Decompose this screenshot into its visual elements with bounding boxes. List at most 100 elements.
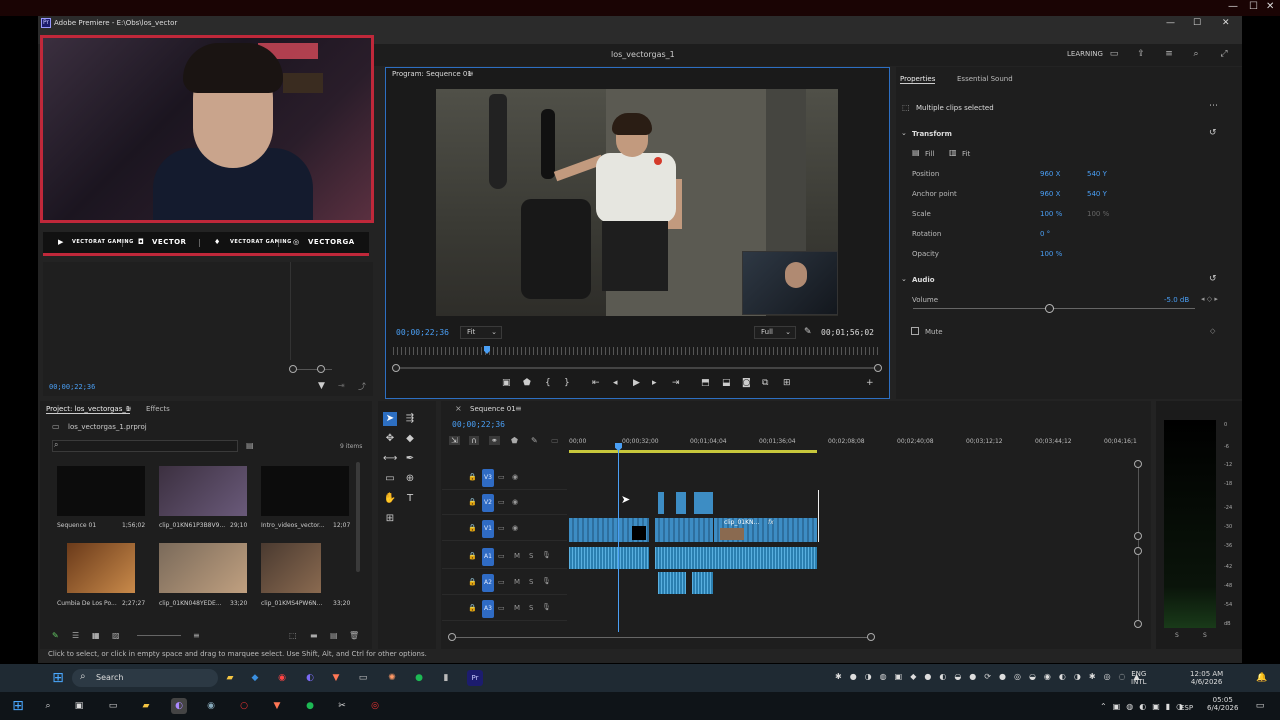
a2-clip[interactable]	[692, 572, 713, 594]
spotify-icon[interactable]: ●	[411, 670, 427, 686]
hscroll-handle-left[interactable]	[448, 633, 456, 641]
automate-icon[interactable]: ⬚	[289, 631, 297, 640]
search-icon[interactable]: ⌕	[1190, 49, 1202, 61]
host-notifications-icon[interactable]: ▭	[1252, 698, 1268, 714]
lang-indicator[interactable]: ENG INTL	[1131, 670, 1146, 686]
razor-tool-icon[interactable]: ◆	[403, 432, 417, 446]
new-folder-icon[interactable]: ▬	[310, 631, 318, 640]
a1-clip[interactable]	[569, 547, 649, 569]
timeline-title[interactable]: Sequence 01	[470, 405, 516, 413]
program-zoom-handle-left[interactable]	[392, 364, 400, 372]
track-select-icon[interactable]: ⇶	[403, 412, 417, 426]
tab-effects[interactable]: Effects	[146, 405, 170, 413]
play-icon[interactable]: ▶	[633, 378, 640, 388]
fullscreen-icon[interactable]: ⤢	[1218, 49, 1230, 61]
sync-icon[interactable]: ▭	[498, 578, 505, 586]
solo-icon[interactable]: S	[529, 552, 533, 560]
outer-close-button[interactable]: ✕	[1266, 1, 1274, 12]
thumb-size-slider[interactable]	[137, 635, 181, 636]
hand-zoom-icon[interactable]: ⊕	[403, 472, 417, 486]
slip-tool-icon[interactable]: ⟷	[383, 452, 397, 466]
mark-out-icon[interactable]: }	[564, 378, 570, 388]
voiceover-mic-icon[interactable]: 🎙	[542, 551, 551, 559]
vscode-icon[interactable]: ◆	[247, 670, 263, 686]
timeline-timecode[interactable]: 00;00;22;36	[452, 420, 505, 429]
rotation-field[interactable]: 0 °	[1040, 230, 1050, 238]
rectangle-tool-icon[interactable]: ▭	[383, 472, 397, 486]
scale-field[interactable]: 100 %	[1040, 210, 1062, 218]
thumb-sequence[interactable]	[57, 466, 145, 516]
add-marker-tl-icon[interactable]: ⬟	[511, 436, 518, 445]
filter-icon[interactable]: ▼	[318, 381, 325, 391]
mute-icon[interactable]: M	[514, 578, 520, 586]
v2-clip[interactable]	[658, 492, 664, 514]
terminal-icon[interactable]: ▭	[355, 670, 371, 686]
program-menu-icon[interactable]: ≡	[467, 69, 474, 78]
vr-icon[interactable]: ⊞	[783, 378, 791, 388]
solo-right[interactable]: S	[1203, 632, 1207, 639]
lock-icon[interactable]: 🔒	[468, 524, 477, 532]
hand-tool-icon[interactable]: ✋	[383, 492, 397, 506]
host-capcut-icon[interactable]: ✂	[334, 698, 350, 714]
sync-icon[interactable]: ▭	[498, 498, 505, 506]
fit-dropdown[interactable]: Fit ⌄	[460, 326, 502, 339]
a2-clip[interactable]	[658, 572, 686, 594]
type-tool-icon[interactable]: T	[403, 492, 417, 506]
reset-audio-icon[interactable]: ↺	[1209, 274, 1217, 284]
timeline-hscroll[interactable]	[452, 637, 872, 638]
close-button[interactable]: ✕	[1222, 18, 1230, 28]
project-scrollbar[interactable]	[356, 462, 360, 572]
step-back-icon[interactable]: ◂	[613, 378, 618, 388]
lock-icon[interactable]: 🔒	[468, 498, 477, 506]
app-icon[interactable]: ✺	[384, 670, 400, 686]
minimize-button[interactable]: —	[1166, 18, 1175, 28]
host-lang[interactable]: ESP	[1180, 704, 1193, 712]
track-label[interactable]: A2	[482, 574, 494, 592]
host-tray-icons[interactable]: ⌃▣◍◐▣▮◑	[1100, 702, 1189, 711]
host-brave-icon[interactable]: ▼	[269, 698, 285, 714]
fill-icon[interactable]: ▤	[912, 148, 920, 157]
collapse-transform-icon[interactable]: ⌄	[901, 129, 907, 137]
brave-icon[interactable]: ▼	[328, 670, 344, 686]
fit-label[interactable]: Fit	[962, 150, 970, 158]
source-zoom-handle[interactable]	[289, 365, 297, 373]
chrome-icon[interactable]: ◉	[274, 670, 290, 686]
thumb-intro[interactable]	[261, 466, 349, 516]
add-button-icon[interactable]: +	[866, 378, 874, 388]
icon-view-icon[interactable]: ▦	[92, 631, 100, 640]
volume-slider-knob[interactable]	[1045, 304, 1054, 313]
close-sequence-icon[interactable]: ×	[455, 404, 462, 413]
outer-maximize-button[interactable]: ☐	[1249, 1, 1258, 12]
vscroll-handle[interactable]	[1134, 460, 1142, 468]
selection-tool-icon[interactable]: ➤	[383, 412, 397, 426]
tab-essential-sound[interactable]: Essential Sound	[957, 75, 1013, 83]
program-time-ruler[interactable]	[393, 347, 881, 355]
export-icon[interactable]: ⤴	[358, 381, 366, 392]
taskbar-search-box[interactable]	[72, 669, 218, 687]
host-explorer-icon[interactable]: ▰	[138, 698, 154, 714]
track-label[interactable]: V2	[482, 494, 494, 512]
tab-properties[interactable]: Properties	[900, 75, 936, 84]
extract-icon[interactable]: ⬓	[722, 378, 731, 388]
mute-keyframe-icon[interactable]: ◇	[1210, 327, 1215, 335]
host-app-icon[interactable]: ▭	[105, 698, 121, 714]
anchor-x-field[interactable]: 960 X	[1040, 190, 1060, 198]
reset-transform-icon[interactable]: ↺	[1209, 128, 1217, 138]
quality-dropdown[interactable]: Full ⌄	[754, 326, 796, 339]
lock-icon[interactable]: 🔒	[468, 473, 477, 481]
fit-icon[interactable]: ▥	[949, 148, 957, 157]
lock-icon[interactable]: 🔒	[468, 552, 477, 560]
vscroll-handle[interactable]	[1134, 532, 1142, 540]
new-item-icon[interactable]: ▤	[330, 631, 338, 640]
thumb-cumbia[interactable]	[67, 543, 135, 593]
export-frame-icon[interactable]: ◙	[742, 378, 751, 388]
timeline-vscroll[interactable]	[1138, 462, 1139, 627]
freeform-view-icon[interactable]: ▨	[112, 631, 120, 640]
solo-icon[interactable]: S	[529, 604, 533, 612]
sort-icon[interactable]: ≡	[193, 631, 200, 640]
program-current-time[interactable]: 00;00;22;36	[396, 328, 449, 337]
voiceover-mic-icon[interactable]: 🎙	[542, 603, 551, 611]
track-label[interactable]: V3	[482, 469, 494, 487]
v2-clip[interactable]	[676, 492, 686, 514]
pen-tool-icon[interactable]: ✒	[403, 452, 417, 466]
